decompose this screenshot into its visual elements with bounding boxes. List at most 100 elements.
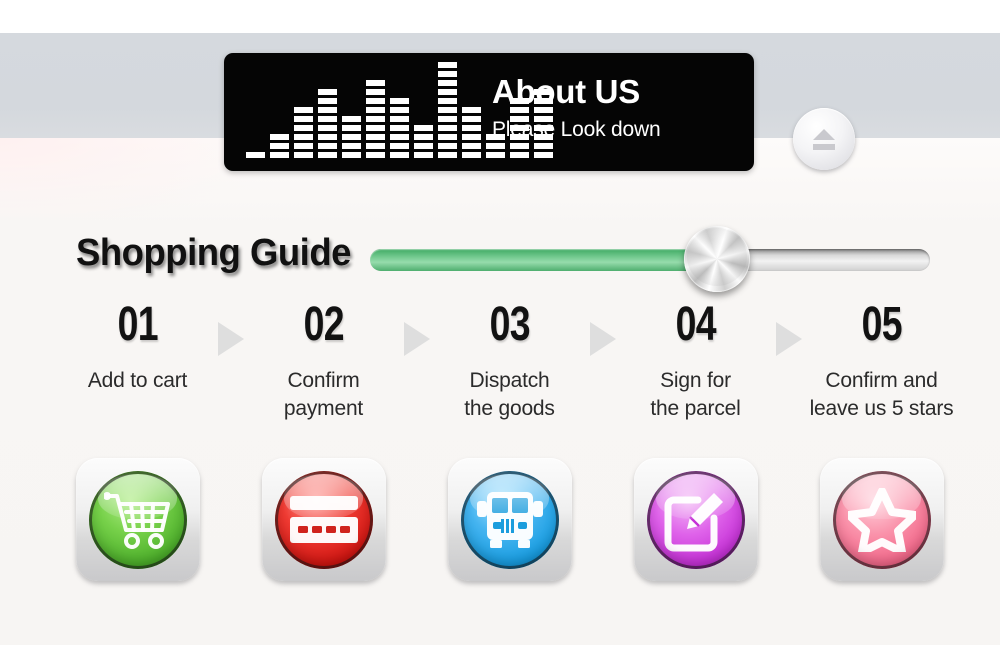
equalizer-segment	[438, 134, 457, 140]
equalizer-bar	[246, 152, 265, 158]
step-item: 05 Confirm and leave us 5 stars	[804, 298, 959, 423]
equalizer-segment	[366, 152, 385, 158]
equalizer-bar	[366, 80, 385, 158]
equalizer-segment	[414, 125, 433, 131]
equalizer-segment	[318, 116, 337, 122]
step-label: Sign for the parcel	[650, 369, 741, 421]
eject-icon	[813, 128, 835, 140]
about-us-text-block: About US Please Look down	[492, 73, 732, 143]
equalizer-segment	[294, 143, 313, 149]
equalizer-segment	[390, 143, 409, 149]
equalizer-segment	[318, 134, 337, 140]
equalizer-segment	[342, 152, 361, 158]
equalizer-segment	[438, 62, 457, 68]
eject-button[interactable]	[793, 108, 855, 170]
equalizer-segment	[318, 152, 337, 158]
equalizer-segment	[366, 116, 385, 122]
step-icon-button-04[interactable]	[633, 458, 758, 581]
equalizer-segment	[342, 134, 361, 140]
step-icon-slot	[618, 458, 773, 581]
progress-slider[interactable]	[370, 226, 930, 292]
slider-knob-icon[interactable]	[684, 226, 751, 292]
step-number: 05	[861, 298, 902, 351]
equalizer-segment	[462, 152, 481, 158]
equalizer-segment	[270, 152, 289, 158]
equalizer-segment	[414, 143, 433, 149]
equalizer-segment	[294, 107, 313, 113]
steps-row: 01 Add to cart 02 Confirm payment 03 Dispatch t…	[60, 298, 960, 423]
step-label: Dispatch the goods	[464, 369, 555, 421]
step-icon-button-02[interactable]	[261, 458, 386, 581]
equalizer-segment	[366, 107, 385, 113]
equalizer-segment	[390, 98, 409, 104]
triangle-right-icon	[587, 322, 618, 356]
equalizer-segment	[342, 143, 361, 149]
delivery-truck-icon	[460, 470, 559, 569]
equalizer-segment	[438, 125, 457, 131]
step-icon-button-05[interactable]	[819, 458, 944, 581]
equalizer-segment	[342, 125, 361, 131]
star-icon	[832, 470, 931, 569]
equalizer-segment	[342, 116, 361, 122]
equalizer-segment	[366, 143, 385, 149]
equalizer-segment	[366, 134, 385, 140]
equalizer-segment	[414, 134, 433, 140]
equalizer-segment	[390, 152, 409, 158]
equalizer-segment	[438, 152, 457, 158]
step-icon-button-03[interactable]	[447, 458, 572, 581]
equalizer-segment	[270, 143, 289, 149]
sign-document-pencil-icon	[646, 470, 745, 569]
step-label: Add to cart	[87, 369, 188, 393]
equalizer-segment	[462, 125, 481, 131]
equalizer-segment	[366, 125, 385, 131]
equalizer-segment	[414, 152, 433, 158]
equalizer-segment	[438, 71, 457, 77]
equalizer-segment	[462, 116, 481, 122]
triangle-right-icon	[773, 322, 804, 356]
step-icon-slot	[804, 458, 959, 581]
triangle-right-icon	[215, 322, 246, 356]
step-label: Confirm payment	[283, 369, 364, 421]
step-icon-slot	[432, 458, 587, 581]
page-title: Shopping Guide	[76, 232, 351, 274]
equalizer-segment	[270, 134, 289, 140]
equalizer-segment	[438, 116, 457, 122]
triangle-right-icon	[401, 322, 432, 356]
about-us-banner: About US Please Look down	[224, 53, 754, 171]
equalizer-segment	[294, 116, 313, 122]
equalizer-segment	[438, 98, 457, 104]
equalizer-segment	[486, 152, 505, 158]
equalizer-segment	[294, 134, 313, 140]
step-icon-slot	[246, 458, 401, 581]
equalizer-segment	[534, 152, 553, 158]
equalizer-segment	[366, 80, 385, 86]
equalizer-segment	[510, 143, 529, 149]
equalizer-segment	[390, 116, 409, 122]
equalizer-bar	[318, 89, 337, 158]
step-item: 04 Sign for the parcel	[618, 298, 773, 423]
equalizer-segment	[462, 107, 481, 113]
equalizer-segment	[390, 134, 409, 140]
step-icons-row	[60, 458, 960, 581]
about-us-title: About US	[492, 73, 640, 110]
equalizer-bar	[294, 107, 313, 158]
equalizer-segment	[318, 107, 337, 113]
equalizer-segment	[294, 152, 313, 158]
equalizer-segment	[318, 89, 337, 95]
equalizer-segment	[438, 143, 457, 149]
page-root: About US Please Look down Shopping Guide…	[0, 0, 1000, 645]
equalizer-segment	[390, 107, 409, 113]
equalizer-segment	[366, 98, 385, 104]
step-icon-slot	[60, 458, 215, 581]
equalizer-bar	[390, 98, 409, 158]
step-item: 03 Dispatch the goods	[432, 299, 587, 423]
equalizer-segment	[318, 125, 337, 131]
credit-card-icon	[274, 470, 373, 569]
step-number: 04	[675, 298, 716, 351]
equalizer-bar	[462, 107, 481, 158]
step-number: 01	[117, 298, 158, 351]
equalizer-segment	[486, 143, 505, 149]
equalizer-segment	[294, 125, 313, 131]
equalizer-segment	[462, 134, 481, 140]
step-icon-button-01[interactable]	[75, 458, 200, 581]
